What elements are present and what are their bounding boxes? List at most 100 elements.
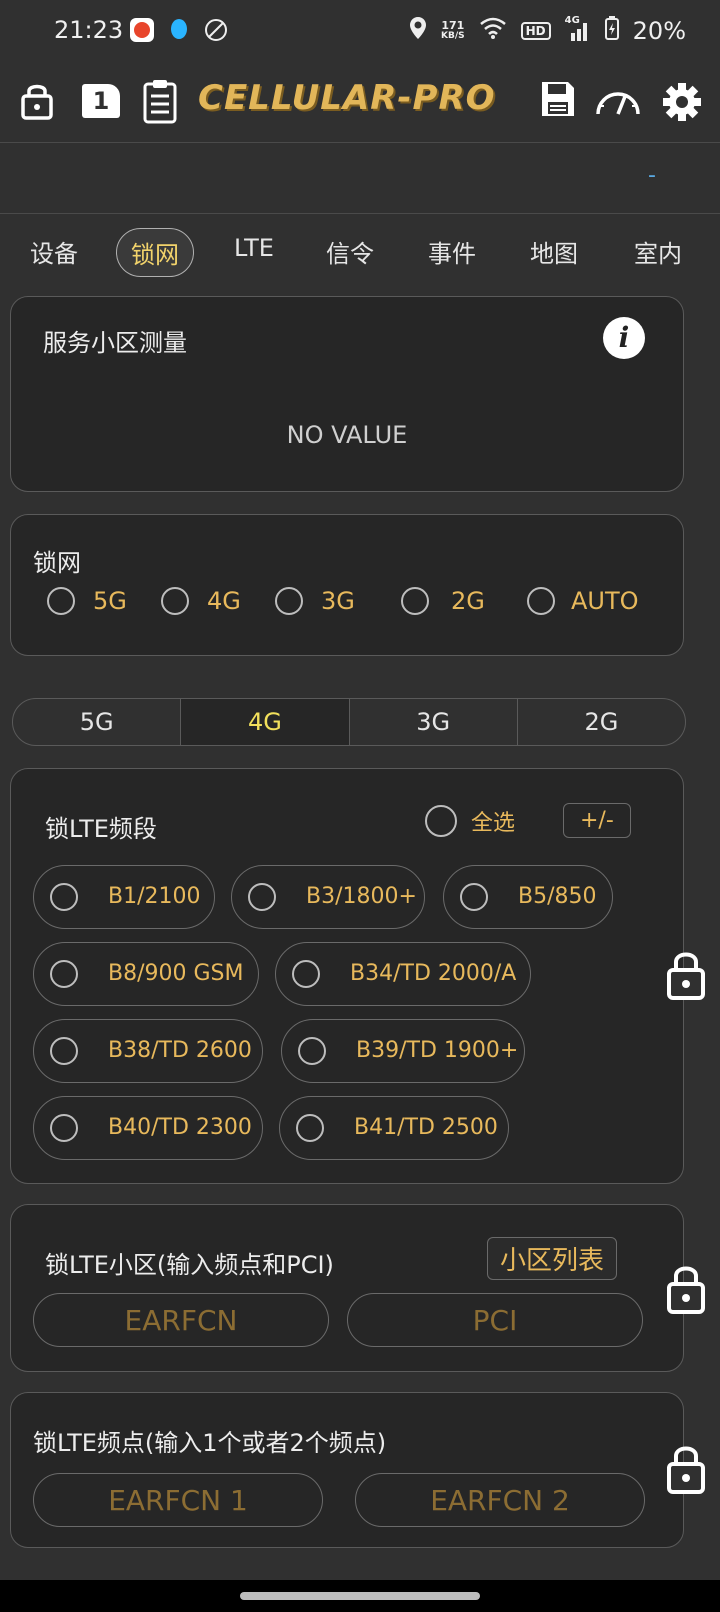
rat-segmented-control: 5G 4G 3G 2G bbox=[12, 698, 686, 746]
lte-cell-title: 锁LTE小区(输入频点和PCI) bbox=[45, 1251, 334, 1279]
tab-lte[interactable]: LTE bbox=[220, 228, 288, 268]
segment-3g[interactable]: 3G bbox=[350, 699, 518, 745]
band-chip-b3[interactable]: B3/1800+ bbox=[231, 865, 425, 929]
hd-badge: HD bbox=[520, 22, 551, 40]
tab-signaling[interactable]: 信令 bbox=[312, 228, 388, 275]
home-gesture-handle[interactable] bbox=[240, 1592, 480, 1600]
lte-band-card: 锁LTE频段 全选 +/- B1/2100 B3/1800+ B5/850 B8… bbox=[10, 768, 684, 1184]
lte-freq-title: 锁LTE频点(输入1个或者2个频点) bbox=[33, 1429, 387, 1457]
status-subbar: - bbox=[0, 143, 720, 214]
qq-icon bbox=[168, 18, 190, 42]
band-chip-b41[interactable]: B41/TD 2500 bbox=[279, 1096, 509, 1160]
battery-level: 20% bbox=[632, 17, 686, 45]
band-radio[interactable] bbox=[248, 883, 276, 911]
lock-cell-icon[interactable] bbox=[664, 1260, 708, 1316]
net-speed-unit: KB/S bbox=[441, 31, 465, 41]
band-radio[interactable] bbox=[50, 1114, 78, 1142]
lock-bands-icon[interactable] bbox=[664, 946, 708, 1002]
net-speed-value: 171 bbox=[441, 19, 465, 32]
band-chip-b34[interactable]: B34/TD 2000/A bbox=[275, 942, 531, 1006]
location-icon bbox=[409, 16, 427, 46]
tab-lock-network[interactable]: 锁网 bbox=[116, 228, 194, 277]
radio-3g[interactable] bbox=[275, 587, 303, 615]
network-option-auto[interactable]: AUTO bbox=[527, 587, 639, 615]
no-location-icon bbox=[204, 18, 228, 42]
band-radio[interactable] bbox=[460, 883, 488, 911]
radio-2g[interactable] bbox=[401, 587, 429, 615]
band-chip-b38[interactable]: B38/TD 2600 bbox=[33, 1019, 263, 1083]
radio-5g[interactable] bbox=[47, 587, 75, 615]
band-radio[interactable] bbox=[50, 1037, 78, 1065]
earfcn1-input[interactable] bbox=[33, 1473, 323, 1527]
serving-cell-card: 服务小区测量 i NO VALUE bbox=[10, 296, 684, 492]
option-label-5g: 5G bbox=[93, 587, 127, 615]
cell-signal-icon: 4G bbox=[565, 15, 591, 43]
status-time: 21:23 bbox=[54, 16, 124, 44]
option-label-3g: 3G bbox=[321, 587, 355, 615]
sim-card-icon[interactable]: 1 bbox=[82, 84, 120, 118]
tab-events[interactable]: 事件 bbox=[414, 228, 490, 275]
band-chip-b40[interactable]: B40/TD 2300 bbox=[33, 1096, 263, 1160]
band-label: B5/850 bbox=[518, 884, 597, 909]
band-label: B1/2100 bbox=[108, 884, 201, 909]
lock-freq-icon[interactable] bbox=[664, 1440, 708, 1496]
tab-indoor[interactable]: 室内 bbox=[620, 228, 696, 275]
net-speed: 171 KB/S bbox=[441, 20, 465, 42]
segment-2g[interactable]: 2G bbox=[518, 699, 685, 745]
band-chip-b39[interactable]: B39/TD 1900+ bbox=[281, 1019, 525, 1083]
tab-device[interactable]: 设备 bbox=[16, 228, 92, 275]
radio-auto[interactable] bbox=[527, 587, 555, 615]
sim-slot-number: 1 bbox=[92, 87, 110, 115]
clipboard-icon[interactable] bbox=[142, 78, 178, 128]
speedometer-icon[interactable] bbox=[594, 84, 642, 122]
main-tabs: 设备 锁网 LTE 信令 事件 地图 室内 bbox=[0, 222, 720, 280]
band-label: B41/TD 2500 bbox=[354, 1115, 498, 1140]
status-indicator: - bbox=[648, 163, 656, 188]
cell-list-button[interactable]: 小区列表 bbox=[487, 1237, 618, 1280]
lte-cell-card: 锁LTE小区(输入频点和PCI) 小区列表 bbox=[10, 1204, 684, 1372]
band-radio[interactable] bbox=[292, 960, 320, 988]
radio-select-all[interactable] bbox=[425, 805, 457, 837]
band-radio[interactable] bbox=[50, 960, 78, 988]
network-option-3g[interactable]: 3G bbox=[275, 587, 355, 615]
band-chip-b1[interactable]: B1/2100 bbox=[33, 865, 215, 929]
band-label: B38/TD 2600 bbox=[108, 1038, 252, 1063]
info-icon[interactable]: i bbox=[603, 317, 645, 359]
lte-freq-card: 锁LTE频点(输入1个或者2个频点) bbox=[10, 1392, 684, 1548]
band-label: B34/TD 2000/A bbox=[350, 961, 517, 986]
segment-5g[interactable]: 5G bbox=[13, 699, 182, 745]
lte-band-title: 锁LTE频段 bbox=[45, 815, 157, 843]
option-label-auto: AUTO bbox=[571, 587, 639, 615]
app-logo: CELLULAR-PRO bbox=[198, 78, 496, 118]
band-radio[interactable] bbox=[296, 1114, 324, 1142]
lock-network-card: 锁网 5G 4G 3G 2G AUTO bbox=[10, 514, 684, 656]
save-icon[interactable] bbox=[540, 80, 576, 122]
band-label: B39/TD 1900+ bbox=[356, 1038, 519, 1063]
network-option-2g[interactable]: 2G bbox=[401, 587, 485, 615]
band-chip-b5[interactable]: B5/850 bbox=[443, 865, 613, 929]
tab-map[interactable]: 地图 bbox=[516, 228, 592, 275]
notification-icons bbox=[130, 18, 228, 42]
band-label: B40/TD 2300 bbox=[108, 1115, 252, 1140]
earfcn2-input[interactable] bbox=[355, 1473, 645, 1527]
band-radio[interactable] bbox=[298, 1037, 326, 1065]
band-radio[interactable] bbox=[50, 883, 78, 911]
band-label: B3/1800+ bbox=[306, 884, 417, 909]
app-notification-icon bbox=[130, 18, 154, 42]
toggle-bands-button[interactable]: +/- bbox=[563, 803, 631, 838]
wifi-icon bbox=[479, 17, 507, 45]
network-option-5g[interactable]: 5G bbox=[47, 587, 127, 615]
lock-icon[interactable] bbox=[20, 80, 54, 124]
lock-network-title: 锁网 bbox=[33, 549, 81, 577]
status-right: 171 KB/S HD 4G 20% bbox=[409, 15, 686, 46]
band-chip-b8[interactable]: B8/900 GSM bbox=[33, 942, 259, 1006]
segment-4g[interactable]: 4G bbox=[181, 699, 350, 745]
earfcn-input[interactable] bbox=[33, 1293, 329, 1347]
pci-input[interactable] bbox=[347, 1293, 643, 1347]
settings-gear-icon[interactable] bbox=[662, 82, 702, 126]
radio-4g[interactable] bbox=[161, 587, 189, 615]
select-all-option[interactable]: 全选 bbox=[425, 805, 515, 837]
option-label-4g: 4G bbox=[207, 587, 241, 615]
network-option-4g[interactable]: 4G bbox=[161, 587, 241, 615]
app-toolbar: 1 CELLULAR-PRO bbox=[0, 62, 720, 143]
